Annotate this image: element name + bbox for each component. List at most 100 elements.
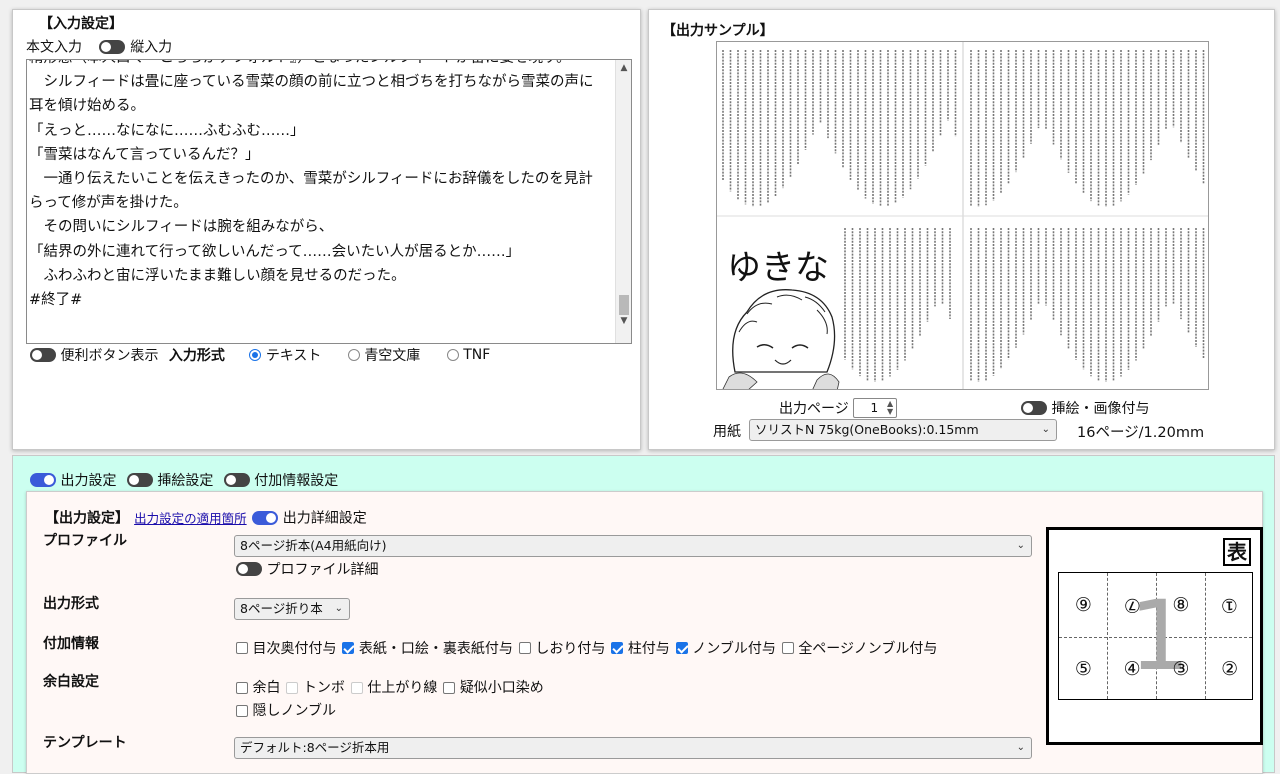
imposition-grid: 1 ⑨⑦⑧①⑤④③② xyxy=(1058,572,1253,700)
checkbox-icon xyxy=(286,682,299,694)
paper-select[interactable]: ソリストN 75kg(OneBooks):0.15mm ⌄ xyxy=(749,419,1057,441)
extra-info-label: 付加情報 xyxy=(43,636,99,652)
margin-settings-label: 余白設定 xyxy=(43,674,99,690)
margin-options: 余白 トンボ 仕上がり線 疑似小口染め 隠しノンブル xyxy=(236,676,616,722)
format-radio-tnf[interactable]: TNF xyxy=(446,347,490,363)
output-settings-tab-toggle[interactable] xyxy=(30,473,56,487)
chevron-down-icon: ⌄ xyxy=(1041,424,1050,435)
text-line: #終了# xyxy=(29,292,83,309)
sample-panel: 【出力サンプル】 ゆきな 出力ページ 1 ▲ ▼ 挿絵・画像付与 用紙 ソリストN … xyxy=(648,9,1275,450)
extra-option[interactable]: 柱付与 xyxy=(611,638,670,658)
imposition-page-cell: ④ xyxy=(1123,658,1141,680)
output-format-select[interactable]: 8ページ折り本 ⌄ xyxy=(234,598,350,620)
extra-info-options: 目次奥付付与 表紙・口絵・裏表紙付与 しおり付与 柱付与 ノンブル付与 全ページ… xyxy=(236,637,943,658)
body-text-lines: 精形態（本人曰く『こちらがデフォルト』）となったシルフィードが宙に姿を現す。 シ… xyxy=(29,60,613,312)
margin-option[interactable]: 隠しノンブル xyxy=(236,700,336,722)
checkbox-icon[interactable] xyxy=(342,642,355,654)
tab-output-settings[interactable]: 出力設定 xyxy=(60,473,116,489)
checkbox-icon[interactable] xyxy=(781,642,794,654)
checkbox-icon[interactable] xyxy=(236,642,248,654)
extra-option[interactable]: 全ページノンブル付与 xyxy=(781,638,937,658)
scroll-up-icon[interactable]: ▲ xyxy=(616,60,631,76)
stepper-arrows-icon: ▲ ▼ xyxy=(887,399,894,416)
checkbox-icon[interactable] xyxy=(611,642,624,654)
apply-scope-link[interactable]: 出力設定の適用箇所 xyxy=(134,511,247,526)
output-page-stepper[interactable]: 1 ▲ ▼ xyxy=(853,398,898,418)
tab-extra-info-settings[interactable]: 付加情報設定 xyxy=(254,473,338,489)
illustration-settings-tab-toggle[interactable] xyxy=(126,473,153,487)
body-input-label: 本文入力 xyxy=(26,39,82,56)
sample-title: 【出力サンプル】 xyxy=(662,23,774,39)
radio-tnf-icon[interactable] xyxy=(446,349,459,361)
extra-option[interactable]: ノンブル付与 xyxy=(675,638,776,658)
text-line: 「雪菜はなんて言っているんだ？」 xyxy=(29,146,260,163)
extra-option[interactable]: 目次奥付付与 xyxy=(236,638,336,658)
vertical-input-label: 縦入力 xyxy=(130,39,173,56)
chevron-down-icon: ⌄ xyxy=(1016,540,1025,551)
illustration-caption: ゆきな xyxy=(727,248,829,288)
margin-option[interactable]: 余白 xyxy=(236,677,280,699)
scroll-thumb[interactable] xyxy=(619,295,629,315)
output-settings-title: 【出力設定】 xyxy=(45,510,129,527)
scroll-down-icon[interactable]: ▼ xyxy=(616,313,631,329)
text-line: 精形態（本人曰く『こちらがデフォルト』）となったシルフィードが宙に姿を現す。 xyxy=(29,60,613,70)
front-side-badge: 表 xyxy=(1223,538,1251,566)
imposition-page-cell: ② xyxy=(1221,658,1239,680)
output-settings-card: 【出力設定】 出力設定の適用箇所 出力詳細設定 プロファイル 8ページ折本(A4… xyxy=(26,491,1263,774)
text-line: 「結界の外に連れて行って欲しいんだって……会いたい人が居るとか……」 xyxy=(29,243,521,260)
imposition-page-cell: ③ xyxy=(1172,658,1190,680)
input-title: 【入力設定】 xyxy=(39,16,123,32)
profile-select[interactable]: 8ページ折本(A4用紙向け) ⌄ xyxy=(234,535,1032,557)
input-format-label: 入力形式 xyxy=(168,348,225,364)
sample-pages-svg xyxy=(717,42,1208,389)
imposition-page-cell: ⑦ xyxy=(1123,594,1141,616)
margin-option[interactable]: 疑似小口染め xyxy=(443,677,544,699)
illustration-toggle-label: 挿絵・画像付与 xyxy=(1051,401,1150,417)
profile-detail-label: プロファイル詳細 xyxy=(266,562,379,578)
checkbox-icon xyxy=(350,682,363,694)
output-sample-preview: ゆきな xyxy=(716,41,1209,390)
margin-option: 仕上がり線 xyxy=(350,677,437,699)
format-radio-text[interactable]: テキスト xyxy=(249,347,321,364)
helper-buttons-label: 便利ボタン表示 xyxy=(60,348,159,364)
extra-info-tab-toggle[interactable] xyxy=(223,473,250,487)
text-line: その問いにシルフィードは腕を組みながら、 xyxy=(29,219,334,236)
extra-option[interactable]: しおり付与 xyxy=(518,638,605,658)
paper-thickness: 16ページ/1.20mm xyxy=(1077,425,1205,441)
helper-buttons-toggle[interactable] xyxy=(30,348,56,362)
imposition-diagram: 表 1 ⑨⑦⑧①⑤④③② xyxy=(1046,527,1263,745)
text-line: 「えっと……なになに……ふむふむ……」 xyxy=(29,122,305,139)
output-detail-toggle[interactable] xyxy=(251,510,278,525)
template-select[interactable]: デフォルト:8ページ折本用 ⌄ xyxy=(234,737,1032,759)
vertical-input-toggle[interactable] xyxy=(99,39,126,54)
body-textarea[interactable]: 精形態（本人曰く『こちらがデフォルト』）となったシルフィードが宙に姿を現す。 シ… xyxy=(26,59,632,344)
input-panel: 【入力設定】 本文入力 縦入力 精形態（本人曰く『こちらがデフォルト』）となった… xyxy=(12,9,641,450)
profile-label: プロファイル xyxy=(43,533,127,549)
profile-detail-toggle[interactable] xyxy=(236,562,262,576)
text-line: 耳を傾け始める。 xyxy=(29,98,145,115)
checkbox-icon[interactable] xyxy=(675,642,688,654)
format-radio-aozora[interactable]: 青空文庫 xyxy=(347,347,420,364)
checkbox-icon[interactable] xyxy=(236,682,248,694)
text-line: 一通り伝えたいことを伝えきったのか、雪菜がシルフィードにお辞儀をしたのを見計 xyxy=(29,171,593,188)
checkbox-icon[interactable] xyxy=(236,705,248,717)
template-label: テンプレート xyxy=(43,735,127,751)
chevron-down-icon: ⌄ xyxy=(334,603,343,614)
radio-text-icon[interactable] xyxy=(249,349,262,361)
extra-option[interactable]: 表紙・口絵・裏表紙付与 xyxy=(342,638,513,658)
chevron-down-icon: ⌄ xyxy=(1016,742,1025,753)
output-format-label: 出力形式 xyxy=(43,596,99,612)
imposition-page-cell: ⑧ xyxy=(1172,594,1190,616)
settings-area: 出力設定 挿絵設定 付加情報設定 【出力設定】 出力設定の適用箇所 出力詳細設定… xyxy=(12,455,1275,774)
illustration-toggle[interactable] xyxy=(1021,401,1047,415)
output-page-label: 出力ページ xyxy=(779,401,849,417)
tab-illustration-settings[interactable]: 挿絵設定 xyxy=(157,473,213,489)
paper-label: 用紙 xyxy=(713,424,741,440)
text-line: らって修が声を掛けた。 xyxy=(29,195,188,212)
output-detail-label: 出力詳細設定 xyxy=(282,510,367,527)
checkbox-icon[interactable] xyxy=(443,682,456,694)
text-line: ふわふわと宙に浮いたまま難しい顔を見せるのだった。 xyxy=(29,267,406,284)
radio-aozora-icon[interactable] xyxy=(347,349,360,361)
checkbox-icon[interactable] xyxy=(518,642,531,654)
textarea-scrollbar[interactable]: ▲ ▼ xyxy=(615,60,631,343)
